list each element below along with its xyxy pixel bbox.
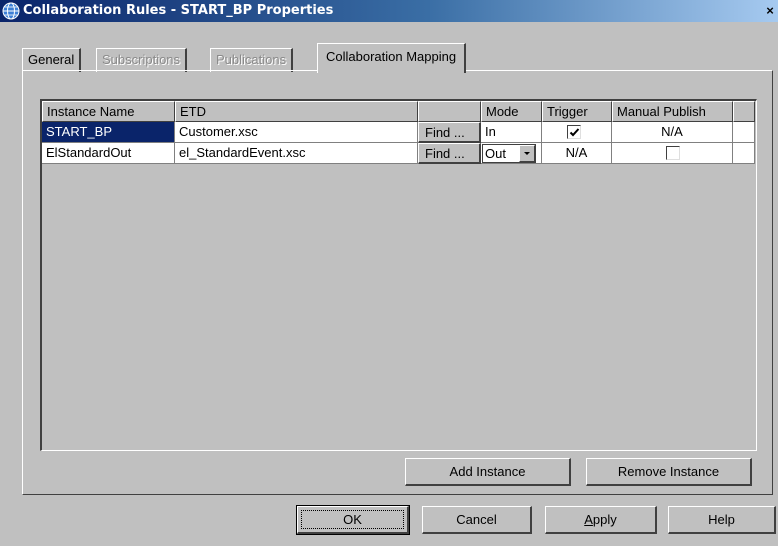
mode-cell[interactable]: In	[481, 122, 542, 143]
find-button[interactable]: Find ...	[418, 122, 481, 143]
instance-table[interactable]: Instance Name ETD Mode Trigger Manual Pu…	[40, 99, 757, 451]
focus-rect	[301, 510, 404, 529]
column-header-find[interactable]	[418, 101, 481, 122]
ok-button[interactable]: OK	[296, 505, 410, 535]
add-instance-button[interactable]: Add Instance	[405, 458, 571, 486]
table-row[interactable]: START_BP Customer.xsc Find ... In N/A	[42, 122, 755, 143]
manual-publish-cell[interactable]	[612, 143, 733, 164]
instance-name-cell[interactable]: START_BP	[42, 122, 175, 143]
help-button[interactable]: Help	[668, 506, 776, 534]
etd-cell[interactable]: Customer.xsc	[175, 122, 418, 143]
tab-subscriptions[interactable]: Subscriptions	[96, 48, 188, 72]
apply-button[interactable]: Apply	[545, 506, 657, 534]
window-title: Collaboration Rules - START_BP Propertie…	[23, 3, 334, 18]
column-header-instance-name[interactable]: Instance Name	[42, 101, 175, 122]
remove-instance-button[interactable]: Remove Instance	[586, 458, 752, 486]
extra-cell	[733, 122, 755, 143]
title-bar[interactable]: Collaboration Rules - START_BP Propertie…	[0, 0, 778, 22]
globe-icon	[2, 2, 20, 20]
etd-cell[interactable]: el_StandardEvent.xsc	[175, 143, 418, 164]
column-header-etd[interactable]: ETD	[175, 101, 418, 122]
manual-publish-cell: N/A	[612, 122, 733, 143]
table-header: Instance Name ETD Mode Trigger Manual Pu…	[42, 101, 755, 122]
close-button[interactable]: ×	[762, 3, 778, 19]
instance-name-cell[interactable]: ElStandardOut	[42, 143, 175, 164]
apply-label: pply	[592, 512, 617, 527]
manual-publish-checkbox[interactable]	[666, 146, 680, 160]
mode-cell[interactable]: Out	[481, 143, 542, 164]
tab-publications[interactable]: Publications	[210, 48, 294, 72]
trigger-cell[interactable]	[542, 122, 612, 143]
checkmark-icon	[569, 128, 580, 137]
mode-dropdown[interactable]: Out	[482, 144, 536, 163]
column-header-trigger[interactable]: Trigger	[542, 101, 612, 122]
trigger-cell: N/A	[542, 143, 612, 164]
trigger-checkbox[interactable]	[567, 125, 581, 139]
apply-mnemonic: A	[584, 512, 593, 527]
tab-collaboration-mapping[interactable]: Collaboration Mapping	[317, 43, 467, 73]
chevron-down-icon[interactable]	[519, 145, 535, 162]
extra-cell	[733, 143, 755, 164]
tab-general[interactable]: General	[22, 48, 82, 72]
column-header-extra[interactable]	[733, 101, 755, 122]
cancel-button[interactable]: Cancel	[422, 506, 532, 534]
column-header-mode[interactable]: Mode	[481, 101, 542, 122]
column-header-manual-publish[interactable]: Manual Publish	[612, 101, 733, 122]
find-button[interactable]: Find ...	[418, 143, 481, 164]
table-row[interactable]: ElStandardOut el_StandardEvent.xsc Find …	[42, 143, 755, 164]
mode-dropdown-value: Out	[485, 146, 506, 161]
